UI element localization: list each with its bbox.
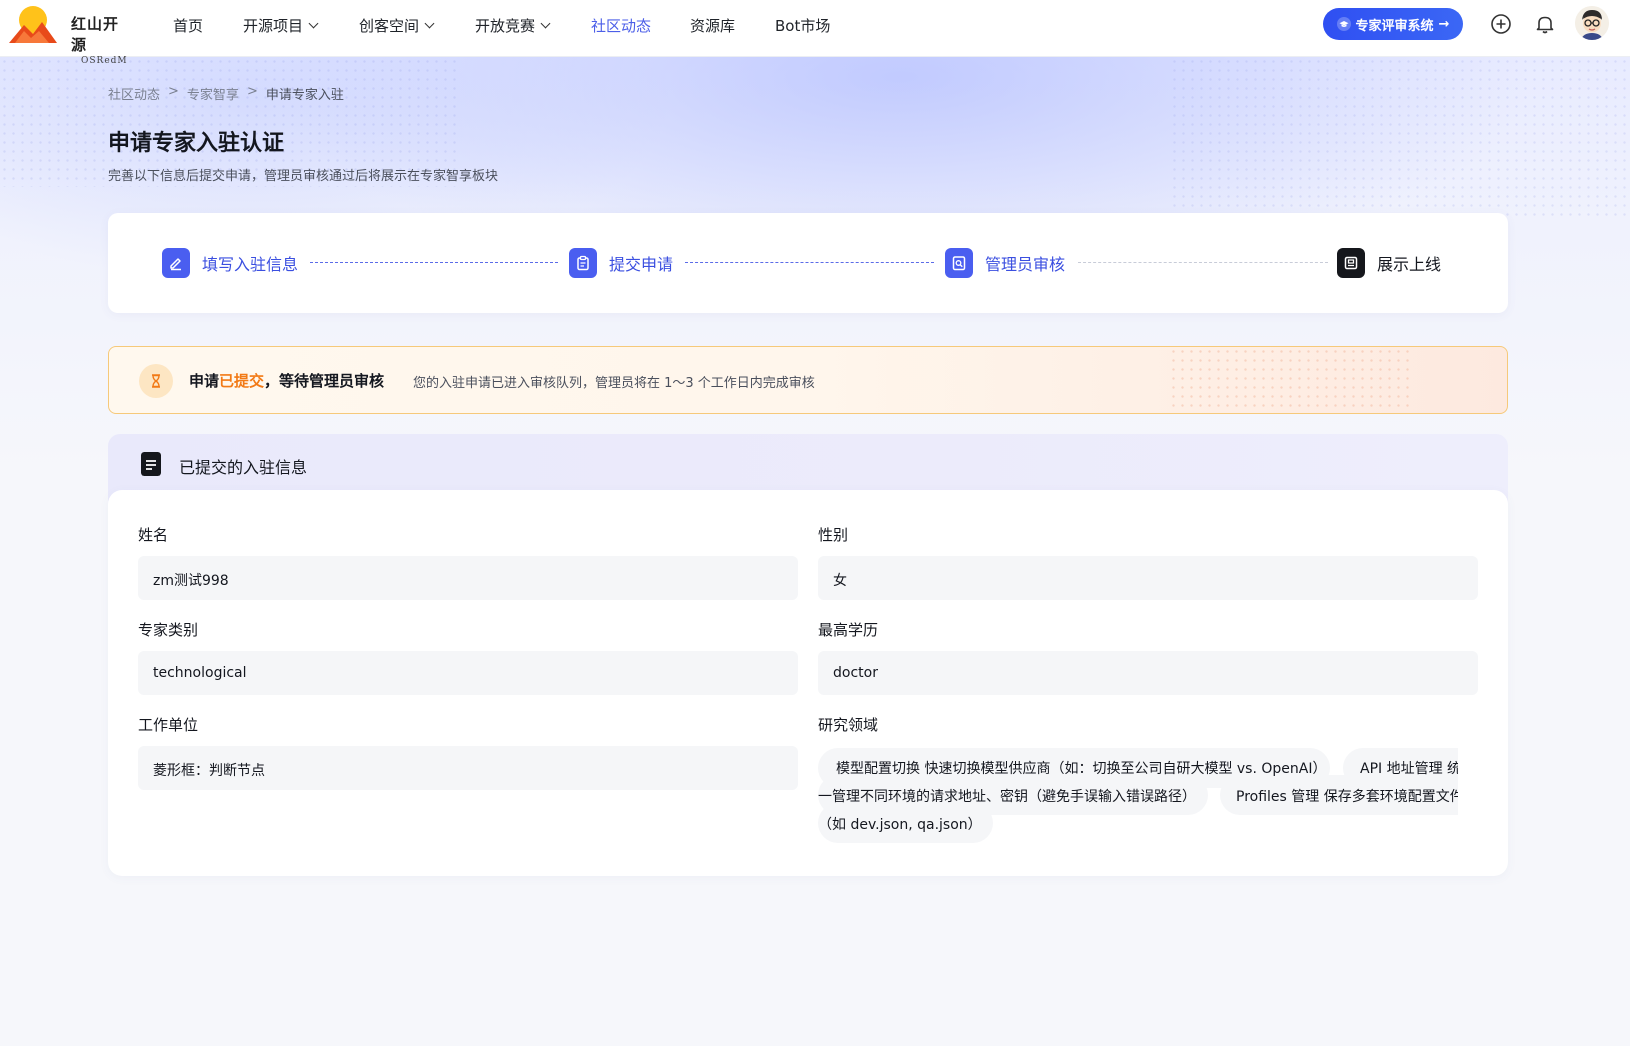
nav-item-community[interactable]: 社区动态 xyxy=(591,15,651,36)
graduation-cap-icon xyxy=(1336,17,1351,31)
gender-field: 女 xyxy=(818,556,1478,600)
step-fill-info: 填写入驻信息 xyxy=(162,248,298,278)
name-label: 姓名 xyxy=(138,526,169,544)
clipboard-icon xyxy=(577,255,589,271)
category-field: technological xyxy=(138,651,798,695)
top-navigation-bar: 红山开源 OSRedM 首页 开源项目 创客空间 开放竞赛 社区动态 资源库 B… xyxy=(0,0,1630,66)
step-label: 展示上线 xyxy=(1377,255,1442,274)
step-label: 管理员审核 xyxy=(985,255,1066,274)
chevron-down-icon xyxy=(424,18,435,29)
nav-item-open-source[interactable]: 开源项目 xyxy=(243,15,319,36)
edit-icon xyxy=(170,258,181,271)
notice-title-prefix: 申请 xyxy=(189,372,220,390)
nav-item-bot-market[interactable]: Bot市场 xyxy=(775,15,830,36)
organization-field: 菱形框：判断节点 xyxy=(138,746,798,790)
step-connector xyxy=(685,262,934,263)
nav-item-label: 资源库 xyxy=(690,17,736,35)
education-field: doctor xyxy=(818,651,1478,695)
nav-item-label: 首页 xyxy=(173,17,204,35)
expert-button-label: 专家评审系统 xyxy=(1355,18,1434,34)
research-tag-text: Profiles 管理 保存多套环境配置文件 xyxy=(1236,789,1458,805)
research-tag-text: （如 dev.json, qa.json） xyxy=(818,817,982,833)
step-submit: 提交申请 xyxy=(569,248,673,278)
expert-review-system-button[interactable]: 专家评审系统 → xyxy=(1323,8,1463,40)
notice-description: 您的入驻申请已进入审核队列，管理员将在 1～3 个工作日内完成审核 xyxy=(413,376,815,391)
step-icon-box xyxy=(162,248,190,278)
step-label: 填写入驻信息 xyxy=(202,255,299,274)
research-tag-text: 模型配置切换 快速切换模型供应商（如：切换至公司自研大模型 vs. OpenAI… xyxy=(836,761,1327,777)
step-icon-box xyxy=(569,248,597,278)
notice-title: 申请已提交，等待管理员审核 xyxy=(189,370,384,391)
avatar-illustration-icon xyxy=(1575,6,1609,40)
breadcrumb-separator: > xyxy=(168,84,179,99)
education-label: 最高学历 xyxy=(818,621,879,639)
avatar[interactable] xyxy=(1575,6,1609,40)
display-icon xyxy=(1344,256,1358,270)
notice-title-highlight: 已提交 xyxy=(219,372,265,390)
breadcrumb-separator: > xyxy=(246,84,258,99)
step-icon-box xyxy=(945,248,973,278)
info-section-title: 已提交的入驻信息 xyxy=(179,458,308,477)
page-title: 申请专家入驻认证 xyxy=(108,131,285,156)
nav-item-maker-space[interactable]: 创客空间 xyxy=(359,15,435,36)
name-field: zm测试998 xyxy=(138,556,798,600)
research-label: 研究领域 xyxy=(818,716,879,734)
decorative-dots xyxy=(1170,57,1630,217)
step-online: 展示上线 xyxy=(1337,248,1441,278)
nav-item-resources[interactable]: 资源库 xyxy=(690,15,735,36)
plus-circle-icon[interactable] xyxy=(1489,12,1513,36)
research-tag-text: 一管理不同环境的请求地址、密钥（避免手误输入错误路径） xyxy=(818,789,1196,805)
info-card: 姓名 zm测试998 性别 女 专家类别 technological 最高学历 … xyxy=(108,490,1508,876)
bell-icon[interactable] xyxy=(1533,12,1557,36)
chevron-down-icon xyxy=(308,18,319,29)
nav-item-label: 开源项目 xyxy=(243,17,304,35)
step-connector xyxy=(1078,262,1328,263)
organization-label: 工作单位 xyxy=(138,716,199,734)
decorative-dots xyxy=(1169,347,1409,413)
hourglass-icon xyxy=(152,374,160,388)
breadcrumb-item-community[interactable]: 社区动态 xyxy=(108,84,160,103)
status-notice: 申请已提交，等待管理员审核 您的入驻申请已进入审核队列，管理员将在 1～3 个工… xyxy=(108,346,1508,414)
nav-item-competition[interactable]: 开放竞赛 xyxy=(475,15,551,36)
logo[interactable]: 红山开源 OSRedM xyxy=(9,5,129,66)
logo-en: OSRedM xyxy=(81,56,128,66)
step-icon-box xyxy=(1337,248,1365,278)
arrow-right-icon: → xyxy=(1438,16,1450,32)
step-label: 提交申请 xyxy=(609,255,674,274)
step-review: 管理员审核 xyxy=(945,248,1065,278)
research-tags: 模型配置切换 快速切换模型供应商（如：切换至公司自研大模型 vs. OpenAI… xyxy=(818,748,1458,848)
research-tag-text: API 地址管理 统 xyxy=(1360,761,1458,777)
chevron-down-icon xyxy=(540,18,551,29)
document-icon xyxy=(141,452,161,476)
nav-item-label: 社区动态 xyxy=(591,17,652,35)
gender-label: 性别 xyxy=(818,526,849,544)
breadcrumb: 社区动态 > 专家智享 > 申请专家入驻 xyxy=(108,84,344,103)
logo-cn: 红山开源 xyxy=(71,15,120,54)
progress-steps: 填写入驻信息 提交申请 管理员审核 展示上线 xyxy=(108,213,1508,313)
page-subtitle: 完善以下信息后提交申请，管理员审核通过后将展示在专家智享板块 xyxy=(108,169,499,184)
category-label: 专家类别 xyxy=(138,621,199,639)
nav-item-label: Bot市场 xyxy=(775,17,831,35)
nav-item-home[interactable]: 首页 xyxy=(173,15,203,36)
review-icon xyxy=(952,256,966,271)
notice-title-suffix: ，等待管理员审核 xyxy=(264,372,385,390)
step-connector xyxy=(310,262,558,263)
breadcrumb-item-current: 申请专家入驻 xyxy=(265,88,344,103)
mountain-sun-logo-icon xyxy=(9,6,57,43)
notice-icon-circle xyxy=(139,364,173,398)
nav-item-label: 开放竞赛 xyxy=(475,17,536,35)
nav-item-label: 创客空间 xyxy=(359,17,420,35)
logo-text: 红山开源 OSRedM xyxy=(71,13,129,66)
breadcrumb-item-expert[interactable]: 专家智享 xyxy=(187,84,239,103)
